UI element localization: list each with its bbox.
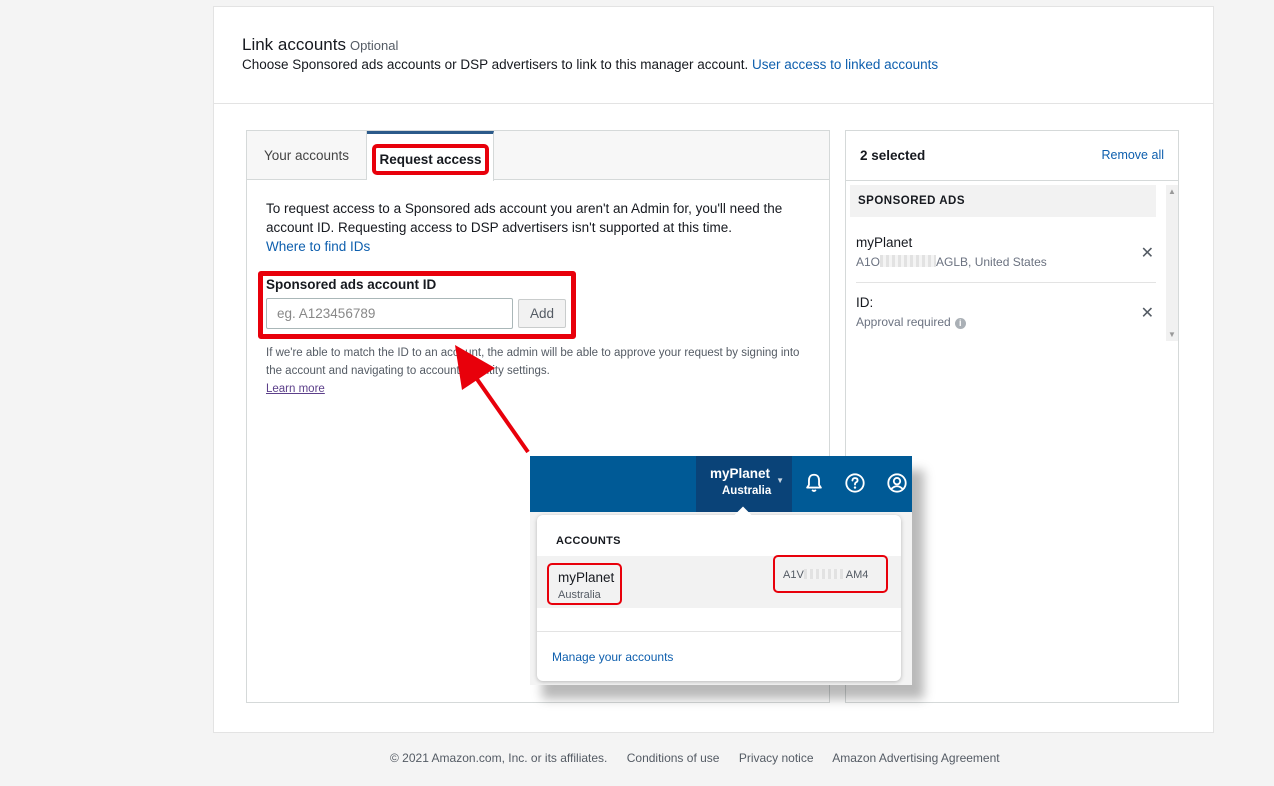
accounts-heading: ACCOUNTS — [556, 535, 621, 547]
selected-item: myPlanet A1O AGLB, United States ✕ — [856, 235, 1156, 283]
user-access-link[interactable]: User access to linked accounts — [752, 57, 938, 72]
tab-request-access[interactable]: Request access — [367, 131, 494, 181]
tab-your-accounts[interactable]: Your accounts — [247, 131, 367, 180]
caret-down-icon: ▼ — [776, 476, 784, 485]
help-icon[interactable] — [844, 472, 866, 494]
current-account-name: myPlanet — [710, 466, 771, 481]
manage-accounts-link[interactable]: Manage your accounts — [552, 650, 673, 664]
remove-all-link[interactable]: Remove all — [1101, 148, 1164, 162]
footer: © 2021 Amazon.com, Inc. or its affiliate… — [390, 751, 1016, 765]
section-heading: SPONSORED ADS — [850, 185, 1156, 217]
where-to-find-ids-link[interactable]: Where to find IDs — [266, 239, 370, 254]
scroll-down-icon[interactable]: ▼ — [1168, 330, 1176, 339]
account-name-highlight: myPlanet Australia — [547, 563, 622, 605]
copyright: © 2021 Amazon.com, Inc. or its affiliate… — [390, 751, 608, 765]
account-row[interactable]: myPlanet Australia A1V AM4 — [537, 555, 901, 608]
learn-more-link[interactable]: Learn more — [266, 380, 816, 398]
scrollbar[interactable]: ▲ ▼ — [1166, 185, 1178, 341]
privacy-notice-link[interactable]: Privacy notice — [739, 751, 814, 765]
description-text: Choose Sponsored ads accounts or DSP adv… — [242, 57, 749, 72]
account-id-highlight-box: A1V AM4 — [773, 555, 888, 593]
item-status: Approval required i — [856, 315, 1156, 329]
selected-header: 2 selected Remove all — [846, 131, 1178, 181]
redacted-id — [803, 569, 846, 579]
current-account-location: Australia — [722, 485, 772, 497]
accounts-dropdown: ACCOUNTS myPlanet Australia A1V AM4 Manag… — [537, 506, 901, 681]
user-profile-icon[interactable] — [886, 472, 908, 494]
item-name: myPlanet — [856, 235, 913, 250]
account-id-input[interactable] — [266, 298, 513, 329]
scroll-up-icon[interactable]: ▲ — [1168, 187, 1176, 196]
remove-item-icon[interactable]: ✕ — [1141, 243, 1154, 263]
info-icon[interactable]: i — [954, 318, 966, 329]
request-access-help: If we're able to match the ID to an acco… — [266, 344, 816, 398]
selected-list: SPONSORED ADS myPlanet A1O AGLB, United S… — [850, 185, 1166, 341]
account-row-name: myPlanet — [558, 570, 615, 585]
page-description: Choose Sponsored ads accounts or DSP adv… — [242, 57, 938, 72]
selected-item: ID: Approval required i ✕ — [856, 295, 1156, 343]
tab-request-access-label: Request access — [372, 144, 489, 175]
account-row-location: Australia — [558, 589, 601, 601]
help-text: If we're able to match the ID to an acco… — [266, 347, 800, 377]
item-name: ID: — [856, 295, 874, 310]
conditions-of-use-link[interactable]: Conditions of use — [627, 751, 720, 765]
account-row-id: A1V AM4 — [783, 569, 869, 581]
account-switcher-inset: myPlanet Australia ▼ ACCOUNTS myPlanet A… — [530, 456, 912, 685]
intro-text: To request access to a Sponsored ads acc… — [266, 201, 783, 235]
top-nav-bar: myPlanet Australia ▼ — [530, 456, 912, 512]
card-header: Link accounts Optional Choose Sponsored a… — [214, 7, 1213, 104]
tab-bar: Your accounts Request access — [247, 131, 829, 181]
divider — [537, 631, 901, 632]
remove-item-icon[interactable]: ✕ — [1141, 303, 1154, 323]
item-id: A1O AGLB, United States — [856, 255, 1047, 269]
optional-label: Optional — [349, 38, 399, 53]
bell-icon[interactable] — [803, 472, 825, 494]
request-access-intro: To request access to a Sponsored ads acc… — [266, 199, 806, 256]
account-switcher-button[interactable]: myPlanet Australia ▼ — [696, 456, 792, 512]
add-button[interactable]: Add — [518, 299, 566, 328]
redacted-id — [880, 255, 937, 267]
page-title: Link accounts Optional — [242, 35, 398, 55]
advertising-agreement-link[interactable]: Amazon Advertising Agreement — [832, 751, 999, 765]
account-id-label: Sponsored ads account ID — [266, 277, 437, 292]
title-text: Link accounts — [242, 35, 346, 54]
selected-count: 2 selected — [860, 148, 926, 163]
